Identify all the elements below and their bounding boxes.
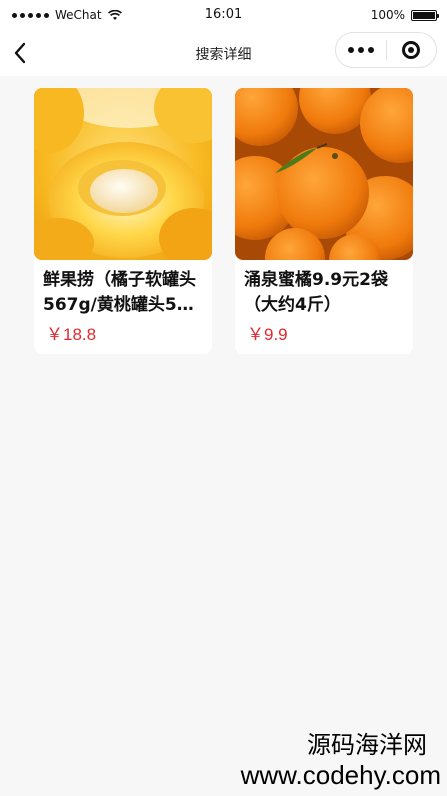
product-price: ￥9.9 (247, 325, 288, 344)
watermark-name: 源码海洋网 (307, 732, 427, 759)
status-bar: WeChat 16:01 100% (0, 0, 447, 30)
product-card[interactable]: 涌泉蜜橘9.9元2袋（大约4斤） ￥9.9 (235, 88, 413, 354)
product-price: ￥18.8 (46, 325, 97, 344)
battery-percent: 100% (370, 8, 405, 22)
capsule-menu (335, 32, 437, 68)
product-card[interactable]: 鲜果捞（橘子软罐头567g/黄桃罐头567g） ￥18.8 (34, 88, 212, 354)
canned-peach-photo (34, 88, 212, 260)
battery-fill (413, 11, 435, 19)
watermark-url: www.codehy.com (240, 760, 441, 790)
product-title: 涌泉蜜橘9.9元2袋（大约4斤） (244, 270, 388, 315)
more-icon (347, 47, 354, 53)
battery-icon (411, 9, 439, 21)
close-mini-program-button[interactable] (386, 33, 436, 67)
nav-bar: 搜索详细 (0, 30, 447, 76)
product-title: 鲜果捞（橘子软罐头567g/黄桃罐头567g） (43, 270, 201, 315)
tangerines-photo (235, 88, 413, 260)
more-button[interactable] (336, 33, 386, 67)
status-right: 100% (370, 8, 439, 22)
close-mini-program-icon (402, 41, 421, 59)
watermark: 源码海洋网 www.codehy.com (241, 732, 441, 790)
